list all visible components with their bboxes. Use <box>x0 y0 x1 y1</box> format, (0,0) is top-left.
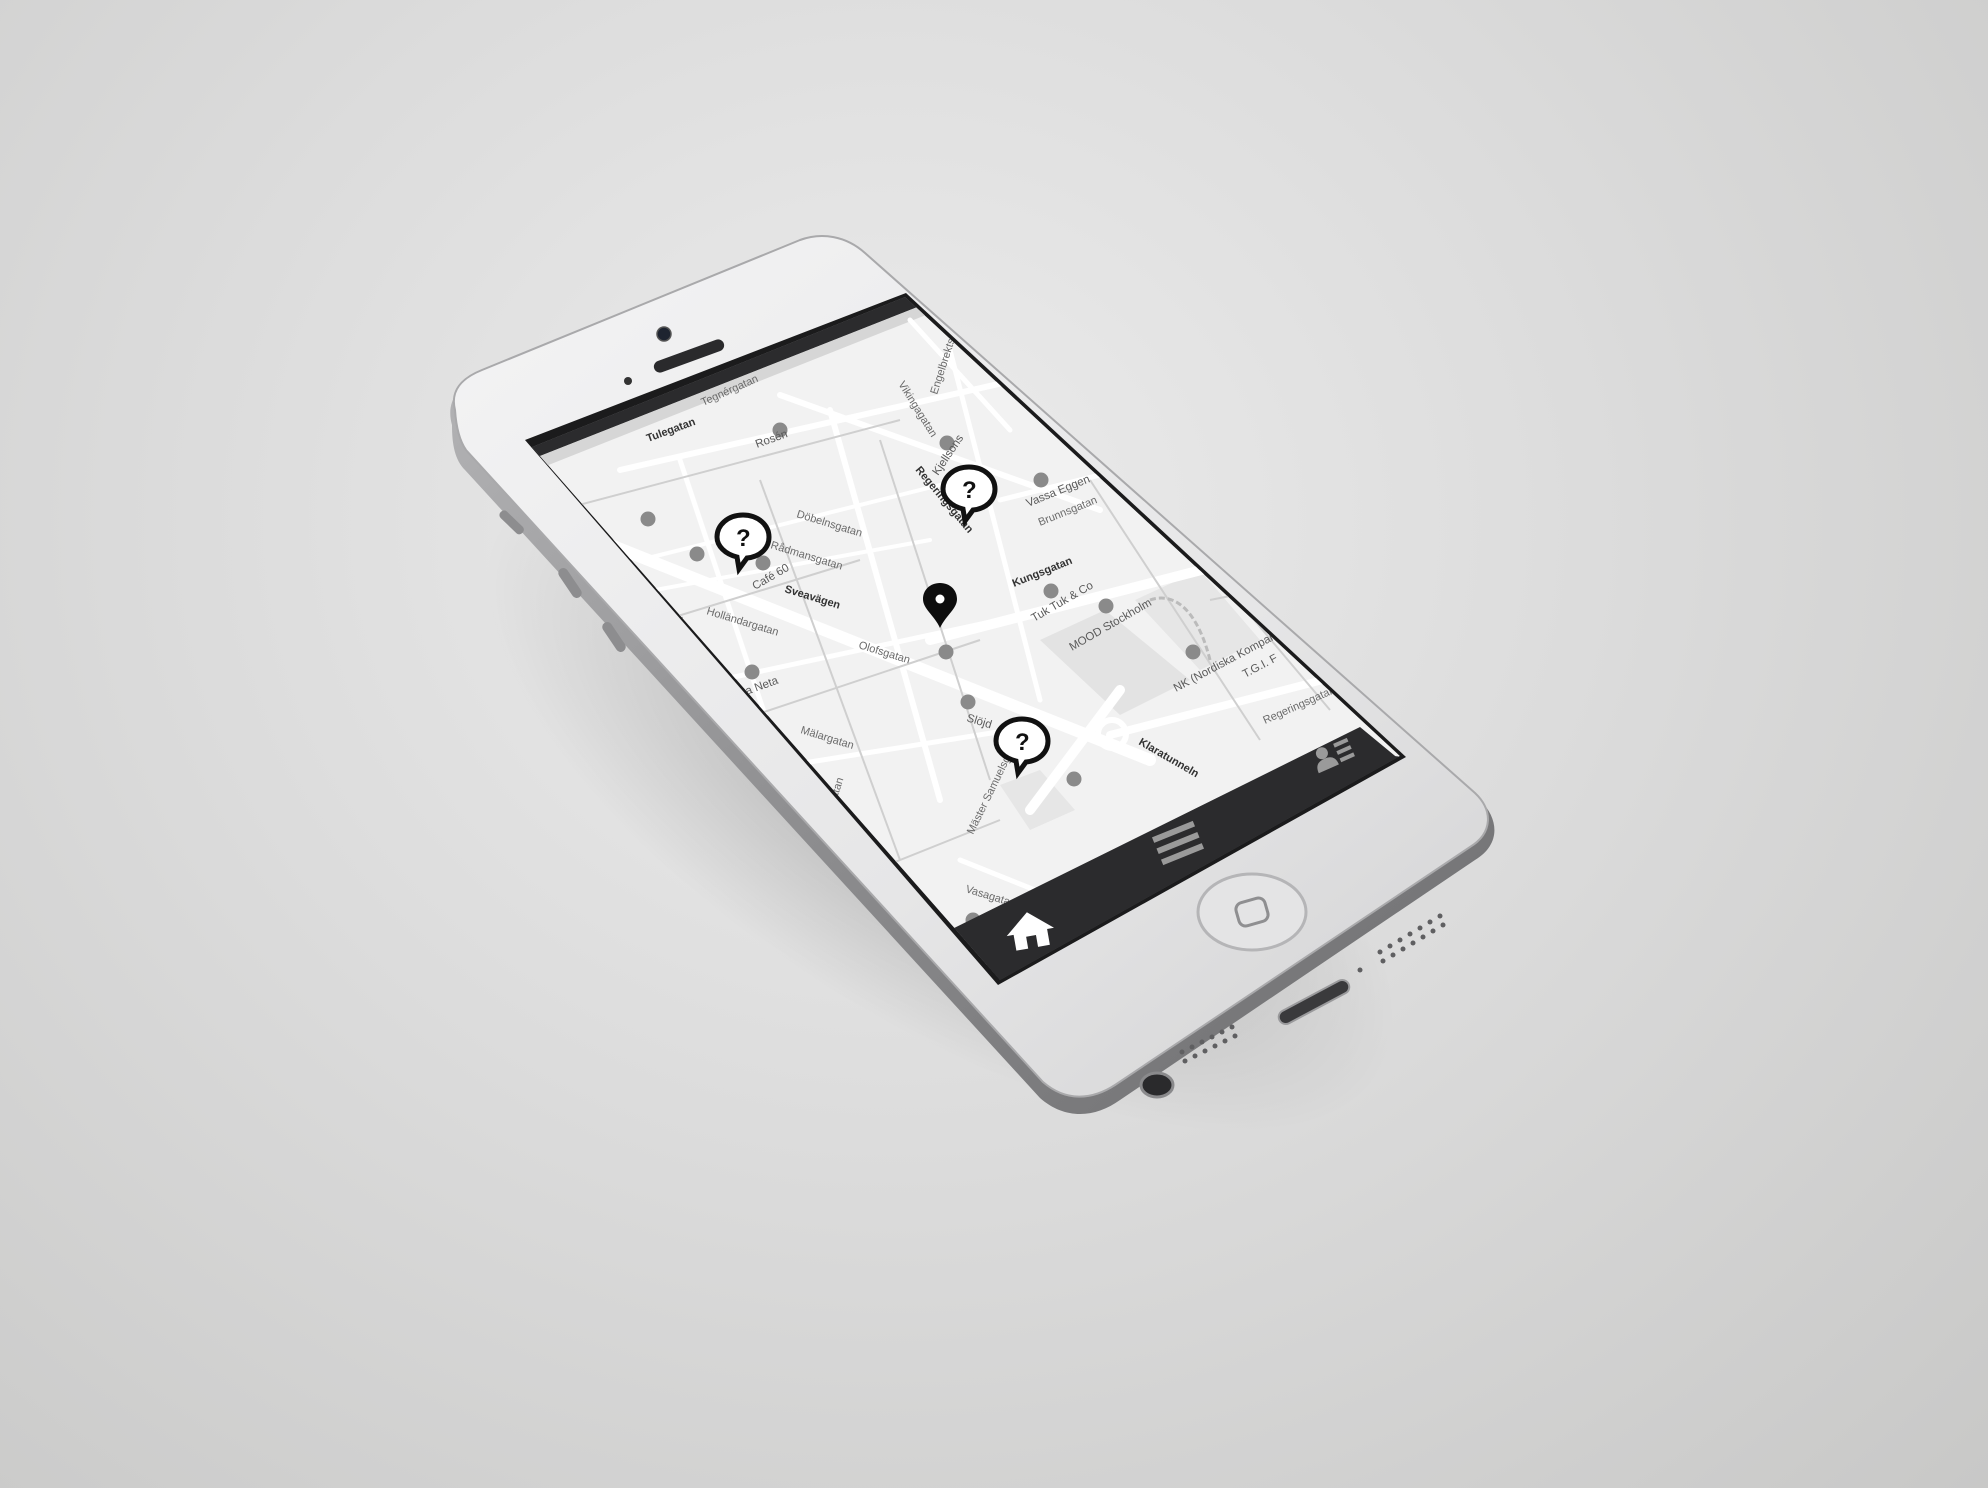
attraction-icon <box>960 694 976 710</box>
microphone-hole <box>1357 967 1363 973</box>
map-block <box>1010 300 1120 360</box>
home-button[interactable] <box>1196 872 1308 952</box>
question-glyph: ? <box>736 525 751 552</box>
poi-transit[interactable] <box>640 511 656 527</box>
shopping-icon <box>1185 644 1201 660</box>
restaurant-icon <box>744 664 760 680</box>
question-glyph: ? <box>962 477 977 504</box>
transit-icon <box>1066 771 1082 787</box>
restaurant-icon <box>1033 472 1049 488</box>
transit-icon <box>938 644 954 660</box>
home-button-ring <box>1196 872 1308 952</box>
proximity-sensor <box>624 377 632 385</box>
speaker-grill-right <box>1377 913 1446 964</box>
headphone-jack <box>1139 1071 1175 1099</box>
shopping-icon <box>1098 598 1114 614</box>
park-icon <box>689 546 705 562</box>
restaurant-icon <box>1043 583 1059 599</box>
front-camera <box>656 326 672 342</box>
location-pin-dot <box>935 594 945 604</box>
question-glyph: ? <box>1015 729 1030 756</box>
phone-mockup-scene: Tulegatan Tegnérgatan Döbelnsgatan Rådma… <box>450 235 1495 1133</box>
transit-icon <box>640 511 656 527</box>
